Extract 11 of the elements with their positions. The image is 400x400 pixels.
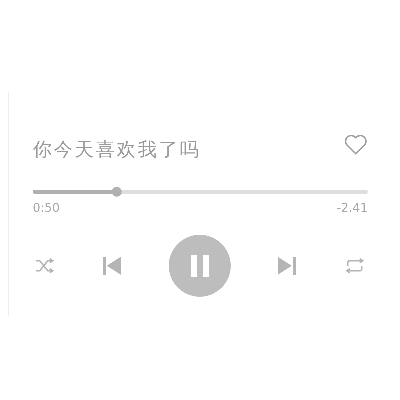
progress-track[interactable] bbox=[33, 190, 368, 194]
shuffle-icon[interactable] bbox=[35, 258, 55, 274]
remaining-time: -2.41 bbox=[336, 200, 368, 217]
progress-thumb[interactable] bbox=[112, 187, 122, 197]
elapsed-time: 0:50 bbox=[33, 200, 60, 217]
song-title: 你今天喜欢我了吗 bbox=[33, 138, 201, 163]
previous-icon[interactable] bbox=[102, 256, 122, 276]
next-icon[interactable] bbox=[277, 256, 298, 276]
heart-icon[interactable] bbox=[344, 134, 368, 156]
pause-icon bbox=[190, 255, 208, 277]
repeat-icon[interactable] bbox=[344, 258, 366, 274]
